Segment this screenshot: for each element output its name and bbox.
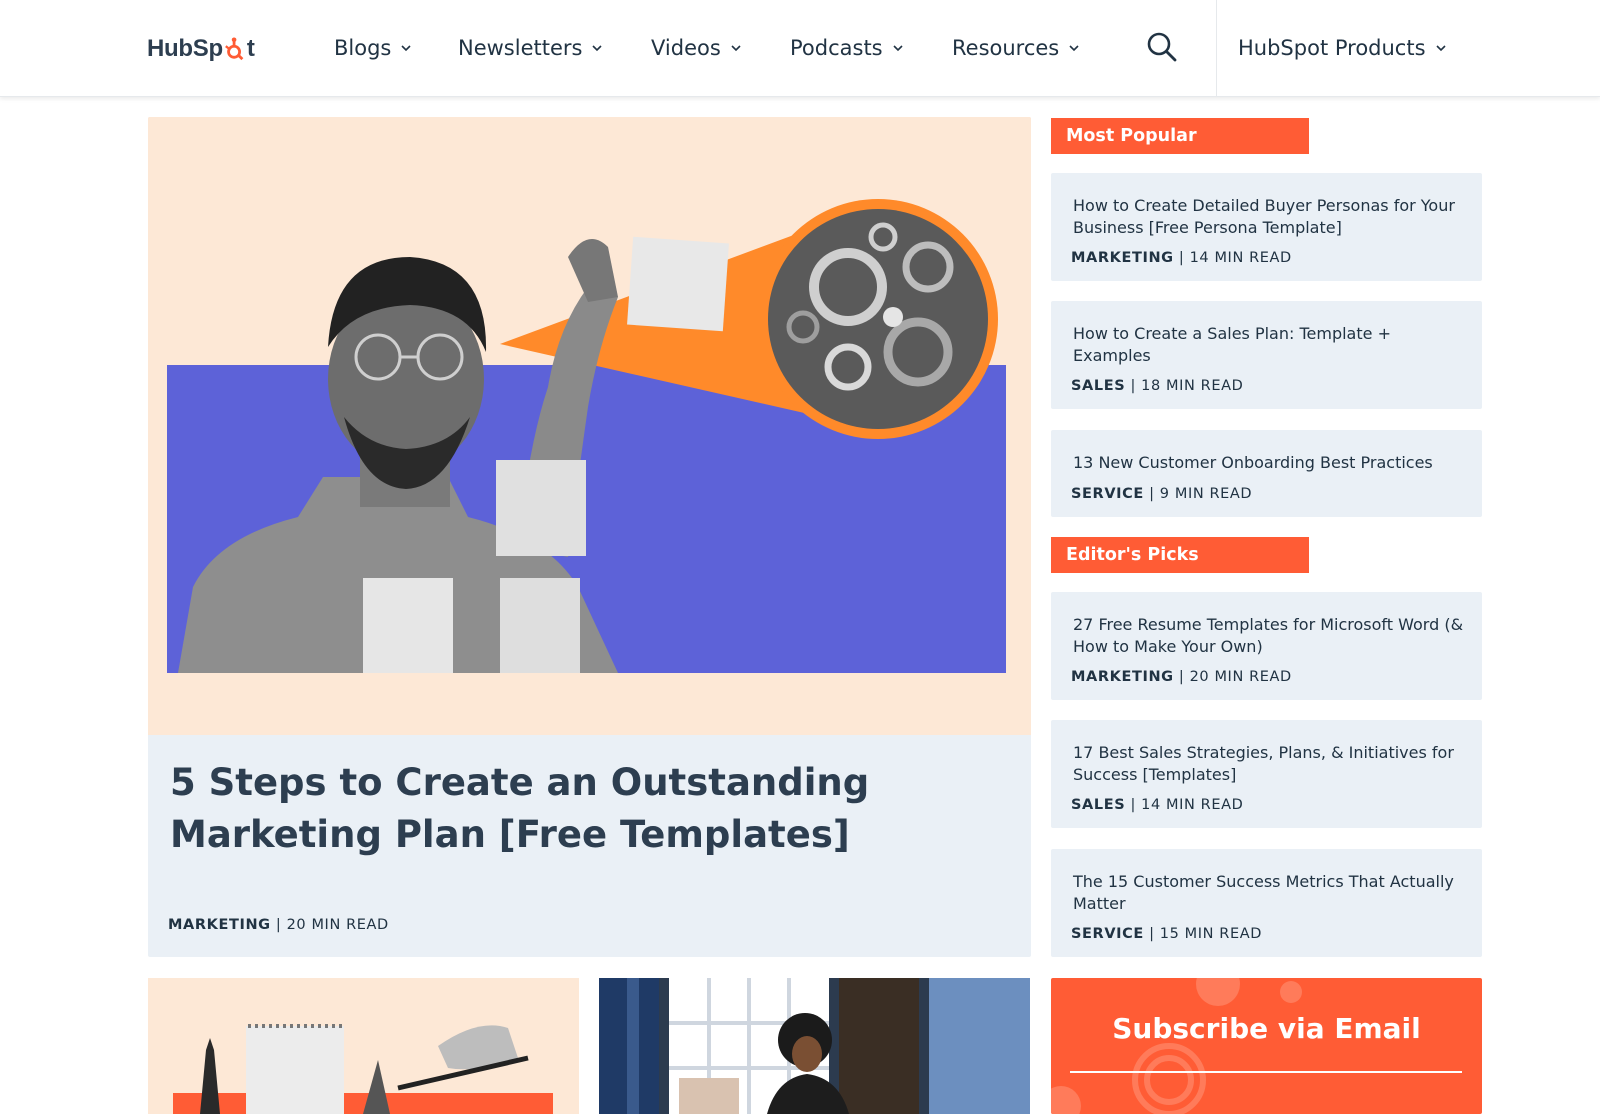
read-time: | 14 MIN READ [1125, 797, 1244, 813]
chevron-down-icon [1069, 44, 1079, 52]
category-tag[interactable]: SERVICE [1071, 486, 1144, 502]
site-header: HubSp t Blogs Newsletters Videos Podcast… [0, 0, 1600, 97]
nav-resources[interactable]: Resources [952, 30, 1079, 66]
featured-article-card[interactable]: 5 Steps to Create an Outstanding Marketi… [148, 117, 1031, 957]
search-icon[interactable] [1144, 29, 1180, 65]
most-popular-card[interactable]: How to Create a Sales Plan: Template + E… [1051, 301, 1482, 409]
chevron-down-icon [731, 44, 741, 52]
editors-pick-card[interactable]: 17 Best Sales Strategies, Plans, & Initi… [1051, 720, 1482, 828]
nav-blogs[interactable]: Blogs [334, 30, 411, 66]
article-title[interactable]: How to Create Detailed Buyer Personas fo… [1073, 195, 1468, 238]
most-popular-card[interactable]: How to Create Detailed Buyer Personas fo… [1051, 173, 1482, 281]
featured-article-title[interactable]: 5 Steps to Create an Outstanding Marketi… [170, 757, 890, 861]
nav-label: Resources [952, 36, 1060, 60]
nav-label: Newsletters [458, 36, 583, 60]
header-divider [1216, 0, 1217, 96]
most-popular-label: Most Popular [1051, 118, 1309, 154]
chevron-down-icon [401, 44, 411, 52]
hubspot-logo[interactable]: HubSp t [147, 31, 255, 67]
chevron-down-icon [1435, 44, 1446, 52]
most-popular-card[interactable]: 13 New Customer Onboarding Best Practice… [1051, 430, 1482, 517]
article-title[interactable]: 27 Free Resume Templates for Microsoft W… [1073, 614, 1468, 657]
category-tag[interactable]: MARKETING [1071, 669, 1174, 685]
article-title[interactable]: 17 Best Sales Strategies, Plans, & Initi… [1073, 742, 1468, 785]
article-title[interactable]: The 15 Customer Success Metrics That Act… [1073, 871, 1468, 914]
nav-podcasts[interactable]: Podcasts [790, 30, 903, 66]
article-title[interactable]: 13 New Customer Onboarding Best Practice… [1073, 452, 1468, 474]
read-time: | 20 MIN READ [1173, 669, 1292, 685]
subscribe-title: Subscribe via Email [1112, 1012, 1421, 1045]
featured-article-image [148, 117, 1031, 735]
editors-pick-card[interactable]: 27 Free Resume Templates for Microsoft W… [1051, 592, 1482, 700]
logo-text-end: t [246, 35, 255, 62]
logo-text: HubSp [147, 35, 223, 62]
chevron-down-icon [592, 44, 603, 52]
read-time: | 15 MIN READ [1143, 926, 1263, 942]
nav-label: Videos [651, 36, 721, 60]
nav-label: Blogs [334, 36, 392, 60]
article-card-image[interactable] [599, 978, 1030, 1114]
subscribe-panel: Subscribe via Email [1051, 978, 1482, 1114]
category-tag[interactable]: MARKETING [1071, 250, 1174, 266]
read-time: | 14 MIN READ [1173, 250, 1292, 266]
category-tag[interactable]: SALES [1071, 797, 1125, 813]
article-meta: SALES | 18 MIN READ [1071, 378, 1243, 394]
read-time: | 18 MIN READ [1125, 378, 1244, 394]
article-meta: MARKETING | 14 MIN READ [1071, 250, 1292, 266]
nav-label: Podcasts [790, 36, 883, 60]
article-meta: SERVICE | 15 MIN READ [1071, 926, 1262, 942]
nav-videos[interactable]: Videos [651, 30, 741, 66]
nav-label: HubSpot Products [1238, 36, 1426, 60]
article-meta: SERVICE | 9 MIN READ [1071, 486, 1252, 502]
featured-article-meta: MARKETING | 20 MIN READ [168, 917, 389, 933]
category-tag[interactable]: MARKETING [168, 917, 271, 933]
article-card-image[interactable] [148, 978, 579, 1114]
nav-hubspot-products[interactable]: HubSpot Products [1238, 30, 1446, 66]
article-meta: SALES | 14 MIN READ [1071, 797, 1243, 813]
chevron-down-icon [893, 44, 903, 52]
editors-picks-label: Editor's Picks [1051, 537, 1309, 573]
sprocket-icon [224, 37, 244, 61]
article-meta: MARKETING | 20 MIN READ [1071, 669, 1292, 685]
category-tag[interactable]: SERVICE [1071, 926, 1144, 942]
read-time: | 20 MIN READ [270, 917, 389, 933]
article-title[interactable]: How to Create a Sales Plan: Template + E… [1073, 323, 1468, 366]
subscribe-email-input-underline[interactable] [1070, 1071, 1462, 1073]
editors-pick-card[interactable]: The 15 Customer Success Metrics That Act… [1051, 849, 1482, 957]
read-time: | 9 MIN READ [1143, 486, 1253, 502]
category-tag[interactable]: SALES [1071, 378, 1125, 394]
decorative-circles [1051, 978, 1302, 1114]
nav-newsletters[interactable]: Newsletters [458, 30, 603, 66]
